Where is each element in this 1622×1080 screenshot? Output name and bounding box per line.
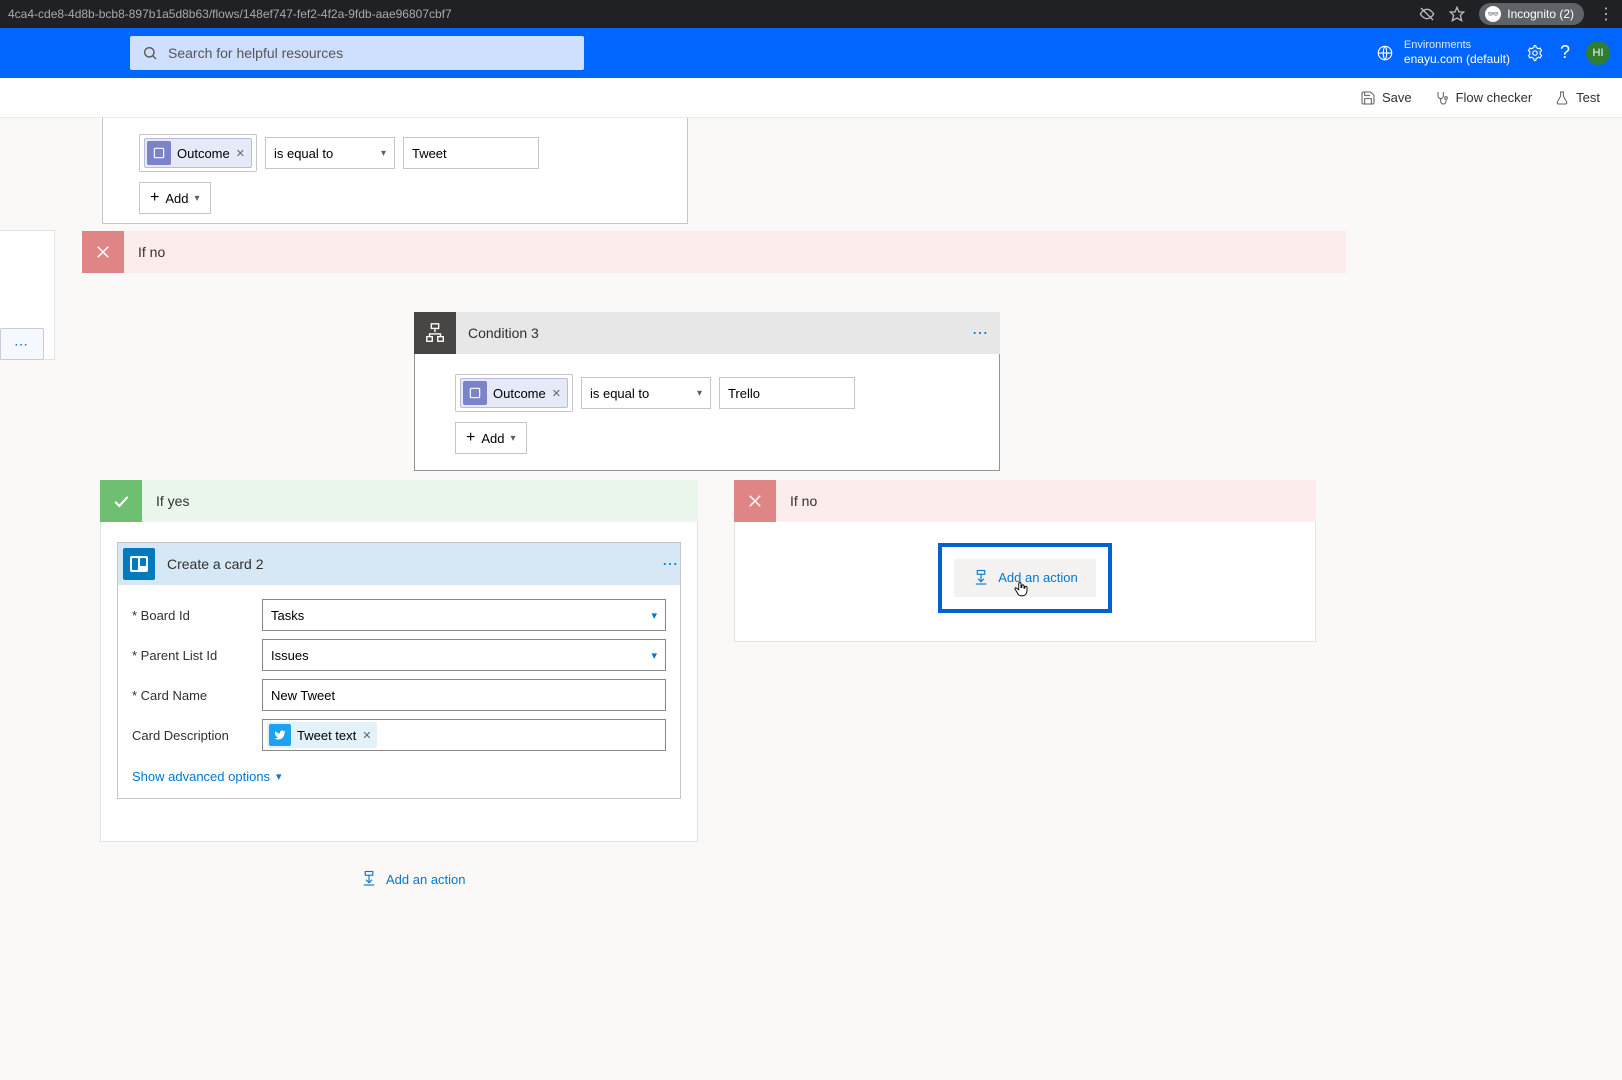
show-advanced-options[interactable]: Show advanced options ▾ xyxy=(132,769,282,784)
chevron-down-icon: ▾ xyxy=(194,193,199,204)
tracking-off-icon xyxy=(1419,6,1435,22)
condition-3-header[interactable]: Condition 3 ⋯ xyxy=(414,312,1000,354)
cross-icon xyxy=(82,231,124,273)
tweet-text-token: Tweet text xyxy=(297,728,356,743)
create-card-title: Create a card 2 xyxy=(167,556,264,572)
check-icon xyxy=(100,480,142,522)
add-action-highlighted[interactable]: Add an action xyxy=(938,543,1112,613)
if-no-label: If no xyxy=(138,244,165,260)
cross-icon xyxy=(734,480,776,522)
outcome-token-icon xyxy=(147,141,171,165)
if-no-label: If no xyxy=(790,493,817,509)
chevron-down-icon: ▾ xyxy=(651,609,657,622)
env-label: Environments xyxy=(1404,39,1510,52)
plus-icon: + xyxy=(466,429,475,447)
search-placeholder: Search for helpful resources xyxy=(168,45,343,61)
stethoscope-icon xyxy=(1434,90,1450,106)
condition3-operator-select[interactable]: is equal to ▾ xyxy=(581,377,711,409)
if-yes-label: If yes xyxy=(156,493,189,509)
card-desc-label: Card Description xyxy=(132,728,229,743)
add-row-button[interactable]: + Add ▾ xyxy=(455,422,527,454)
operator-label: is equal to xyxy=(590,386,649,401)
if-yes-branch: If yes Create a card 2 ⋯ Board Id Tasks xyxy=(100,480,698,842)
card-name-value: New Tweet xyxy=(271,688,335,703)
condition-value: Tweet xyxy=(412,146,447,161)
plus-icon: + xyxy=(150,189,159,207)
condition-lhs[interactable]: Outcome ✕ xyxy=(139,134,257,172)
add-action-label: Add an action xyxy=(386,872,466,887)
incognito-label: Incognito (2) xyxy=(1507,7,1574,21)
condition-icon xyxy=(414,312,456,354)
condition3-value: Trello xyxy=(728,386,760,401)
env-value: enayu.com (default) xyxy=(1404,52,1510,66)
chevron-down-icon: ▾ xyxy=(276,770,282,783)
parent-list-label: Parent List Id xyxy=(132,648,217,663)
save-label: Save xyxy=(1382,90,1412,105)
save-icon xyxy=(1360,90,1376,106)
if-no-branch-2: If no Add an action xyxy=(734,480,1316,642)
condition-operator-select[interactable]: is equal to ▾ xyxy=(265,137,395,169)
search-icon xyxy=(142,45,158,61)
parent-list-value: Issues xyxy=(271,648,309,663)
help-icon[interactable]: ? xyxy=(1560,42,1570,63)
ellipsis-button[interactable]: ⋯ xyxy=(0,328,44,360)
parent-list-select[interactable]: Issues ▾ xyxy=(262,639,666,671)
if-no-branch-header: If no xyxy=(82,231,1346,273)
search-input[interactable]: Search for helpful resources xyxy=(130,36,584,70)
environment-picker[interactable]: Environments enayu.com (default) xyxy=(1376,39,1510,67)
add-action-icon xyxy=(360,870,378,888)
trello-icon xyxy=(123,548,155,580)
chevron-down-icon: ▾ xyxy=(381,148,386,159)
condition3-lhs[interactable]: Outcome ✕ xyxy=(455,374,573,412)
add-row-button[interactable]: + Add ▾ xyxy=(139,182,211,214)
create-card-action: Create a card 2 ⋯ Board Id Tasks ▾ Paren… xyxy=(117,542,681,799)
card-name-label: Card Name xyxy=(132,688,207,703)
flow-checker-button[interactable]: Flow checker xyxy=(1434,90,1533,106)
incognito-badge: 👓 Incognito (2) xyxy=(1479,3,1584,25)
cursor-pointer-icon xyxy=(1012,579,1030,599)
add-label: Add xyxy=(481,431,504,446)
add-action-button[interactable]: Add an action xyxy=(360,870,466,888)
condition3-value-input[interactable]: Trello xyxy=(719,377,855,409)
flow-checker-label: Flow checker xyxy=(1456,90,1533,105)
remove-token-icon[interactable]: ✕ xyxy=(362,729,371,742)
test-label: Test xyxy=(1576,90,1600,105)
settings-icon[interactable] xyxy=(1526,44,1544,62)
globe-icon xyxy=(1376,44,1394,62)
test-button[interactable]: Test xyxy=(1554,90,1600,106)
show-adv-label: Show advanced options xyxy=(132,769,270,784)
add-action-label: Add an action xyxy=(998,570,1078,585)
board-id-select[interactable]: Tasks ▾ xyxy=(262,599,666,631)
board-id-value: Tasks xyxy=(271,608,304,623)
card-name-input[interactable]: New Tweet xyxy=(262,679,666,711)
incognito-icon: 👓 xyxy=(1485,6,1501,22)
card-menu-button[interactable]: ⋯ xyxy=(972,323,990,343)
outcome-token-label: Outcome xyxy=(493,386,546,401)
create-card-header[interactable]: Create a card 2 ⋯ xyxy=(118,543,680,585)
card-menu-button[interactable]: ⋯ xyxy=(662,554,680,574)
chevron-down-icon: ▾ xyxy=(697,388,702,399)
condition-value-input[interactable]: Tweet xyxy=(403,137,539,169)
remove-token-icon[interactable]: ✕ xyxy=(236,147,245,160)
operator-label: is equal to xyxy=(274,146,333,161)
save-button[interactable]: Save xyxy=(1360,90,1412,106)
chevron-down-icon: ▾ xyxy=(510,433,515,444)
condition-card-top: Outcome ✕ is equal to ▾ Tweet + Add ▾ xyxy=(102,118,688,224)
browser-url: 4ca4-cde8-4d8b-bcb8-897b1a5d8b63/flows/1… xyxy=(8,7,452,21)
outcome-token-label: Outcome xyxy=(177,146,230,161)
remove-token-icon[interactable]: ✕ xyxy=(552,387,561,400)
outcome-token-icon xyxy=(463,381,487,405)
add-label: Add xyxy=(165,191,188,206)
condition-3-title: Condition 3 xyxy=(468,325,539,341)
star-icon[interactable] xyxy=(1449,6,1465,22)
add-action-icon xyxy=(972,569,990,587)
card-desc-input[interactable]: Tweet text ✕ xyxy=(262,719,666,751)
board-id-label: Board Id xyxy=(132,608,190,623)
flask-icon xyxy=(1554,90,1570,106)
condition-3-card: Condition 3 ⋯ Outcome ✕ is equal to ▾ xyxy=(414,312,1000,471)
chevron-down-icon: ▾ xyxy=(651,649,657,662)
twitter-icon xyxy=(269,724,291,746)
avatar[interactable]: HI xyxy=(1586,41,1610,65)
browser-menu-icon[interactable]: ⋮ xyxy=(1598,4,1614,24)
